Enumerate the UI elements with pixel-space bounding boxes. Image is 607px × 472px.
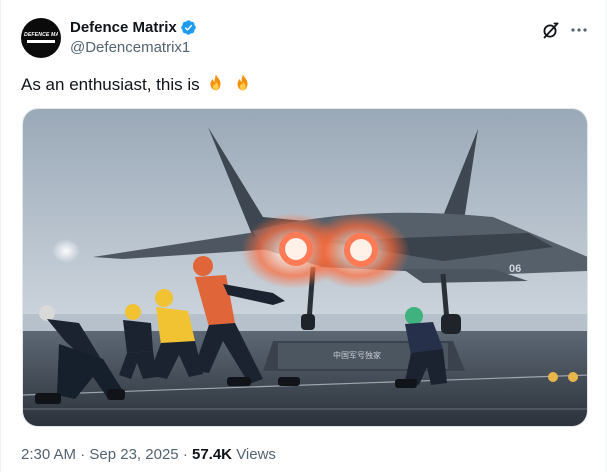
post-date[interactable]: Sep 23, 2025 xyxy=(89,446,178,463)
author-handle[interactable]: @Defencematrix1 xyxy=(70,39,197,56)
tweet-text-body: As an enthusiast, this is xyxy=(21,75,200,94)
tweet-article: DEFENCE MATRIX Defence Matrix @Defencema… xyxy=(0,0,607,472)
tweet-meta: 2:30 AM · Sep 23, 2025 · 57.4K Views xyxy=(21,446,276,463)
verified-badge-icon[interactable] xyxy=(180,19,197,36)
views-count: 57.4K xyxy=(191,446,233,463)
author-names: Defence Matrix @Defencematrix1 xyxy=(70,18,197,56)
tail-number-label: 06 xyxy=(509,263,521,275)
media-watermark: 中国军号独家 xyxy=(333,350,381,360)
tweet-text: As an enthusiast, this is xyxy=(21,73,253,95)
more-icon[interactable] xyxy=(569,20,589,40)
avatar[interactable]: DEFENCE MATRIX xyxy=(21,18,61,58)
fire-emoji-icon xyxy=(210,74,221,91)
meta-separator: · xyxy=(182,446,188,463)
meta-separator: · xyxy=(80,446,86,463)
fire-emoji-icon xyxy=(237,74,248,91)
tweet-media-photo[interactable]: 06 中国军号独家 xyxy=(22,108,588,427)
carrier-jet-photo: 06 中国军号独家 xyxy=(23,109,587,426)
author-display-name[interactable]: Defence Matrix xyxy=(70,19,177,36)
grok-icon[interactable] xyxy=(541,20,561,40)
avatar-logo-text: DEFENCE MATRIX xyxy=(24,32,58,38)
post-time[interactable]: 2:30 AM xyxy=(21,446,76,463)
tweet-header: DEFENCE MATRIX Defence Matrix @Defencema… xyxy=(21,16,589,60)
views-label: Views xyxy=(236,446,276,463)
avatar-logo-bar xyxy=(27,40,55,43)
display-name-row: Defence Matrix xyxy=(70,18,197,37)
